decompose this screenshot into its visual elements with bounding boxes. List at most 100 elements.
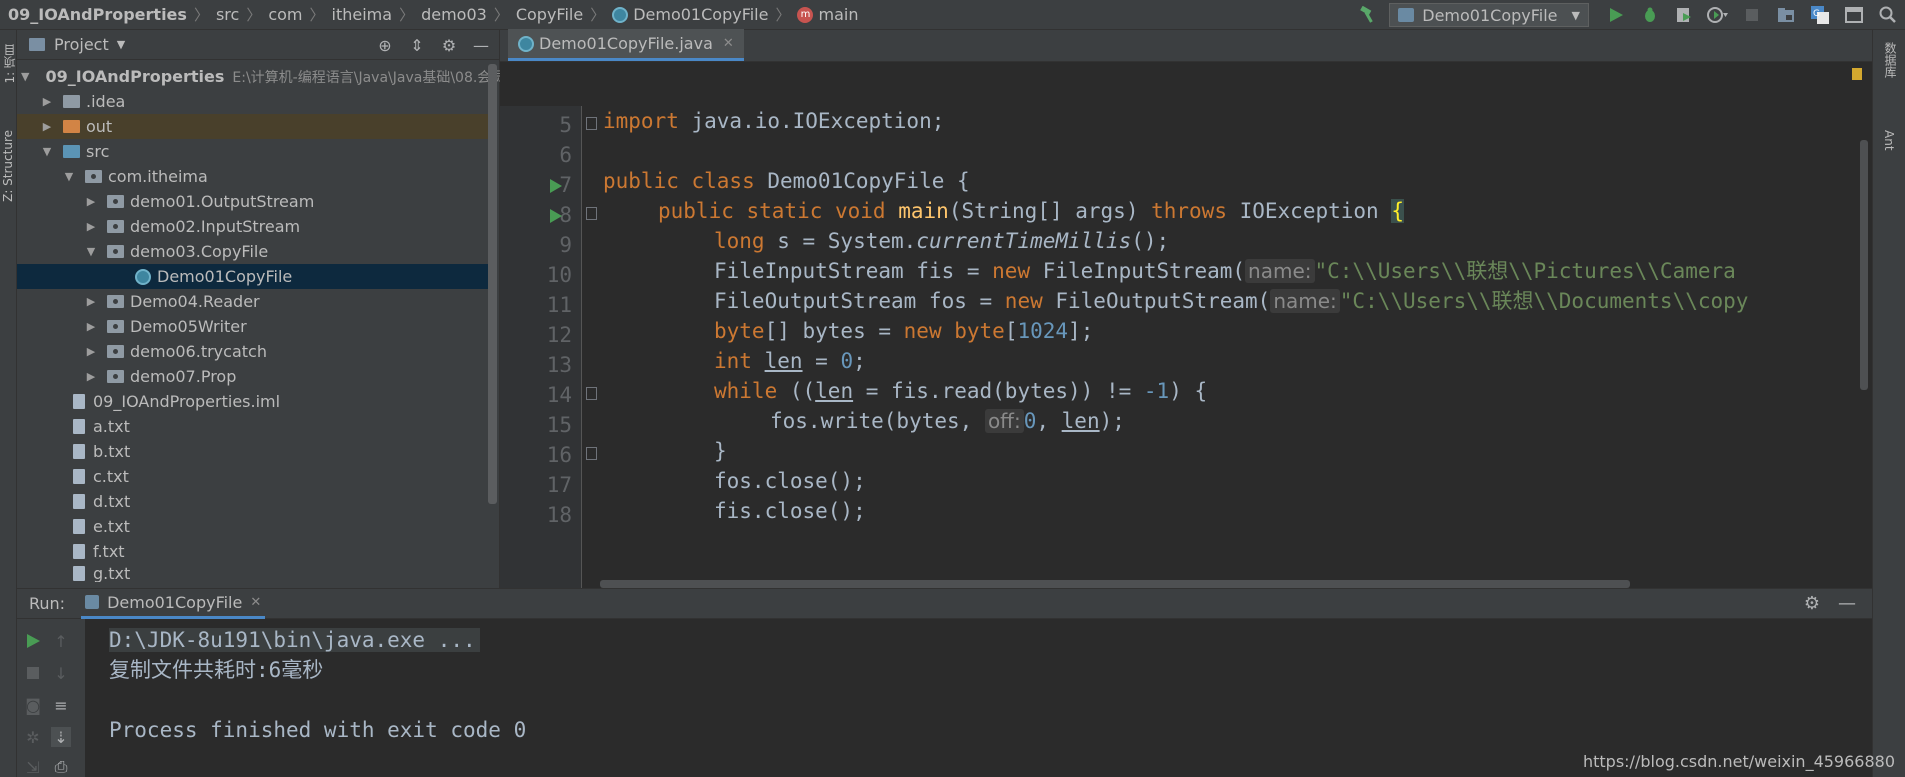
chevron-right-icon[interactable]: ▶ [85,345,97,358]
crumb-demo03[interactable]: demo03 [421,5,487,24]
minimize-icon[interactable]: — [1838,593,1856,614]
code-line: byte[] bytes = new byte[1024]; [714,316,1093,346]
exit-icon[interactable]: ⇲ [23,757,43,777]
text-file-icon [73,444,85,459]
tree-item-package[interactable]: ▼ demo03.CopyFile [17,239,497,264]
chevron-down-icon[interactable]: ▼ [117,38,125,51]
tree-item-label: com.itheima [108,167,208,186]
crumb-class[interactable]: Demo01CopyFile [633,5,768,24]
tree-item-file[interactable]: b.txt [17,439,497,464]
fold-marker-icon[interactable] [586,207,597,220]
tree-item-package[interactable]: ▶ demo06.trycatch [17,339,497,364]
console-output[interactable]: D:\JDK-8u191\bin\java.exe ... 复制文件共耗时:6毫… [109,625,1809,745]
tree-item-out[interactable]: ▶ out [17,114,497,139]
tree-item-file[interactable]: d.txt [17,489,497,514]
fold-marker-icon[interactable] [586,117,597,130]
project-structure-icon[interactable] [1775,4,1797,26]
crumb-copyfile[interactable]: CopyFile [516,5,583,24]
chevron-right-icon[interactable]: ▶ [41,95,53,108]
chevron-down-icon[interactable]: ▼ [41,145,53,158]
scroll-to-end-icon[interactable]: ⇣ [51,727,71,747]
close-icon[interactable]: ✕ [723,36,734,51]
chevron-right-icon[interactable]: ▶ [85,195,97,208]
project-scrollbar[interactable] [488,64,497,504]
tree-item-file[interactable]: g.txt [17,564,497,582]
tree-item-package[interactable]: ▶ Demo05Writer [17,314,497,339]
run-icon[interactable] [1605,4,1627,26]
chevron-right-icon[interactable]: ▶ [41,120,53,133]
fold-marker-icon[interactable] [586,447,597,460]
crumb-src[interactable]: src [216,5,239,24]
chevron-right-icon[interactable]: ▶ [85,320,97,333]
stop-icon[interactable] [1741,4,1763,26]
tree-item-label: src [86,142,110,161]
run-tab[interactable]: Demo01CopyFile ✕ [81,589,266,619]
close-icon[interactable]: ✕ [250,595,261,610]
crumb-itheima[interactable]: itheima [332,5,393,24]
fold-marker-icon[interactable] [586,387,597,400]
run-gutter-icon[interactable] [550,179,562,193]
run-with-coverage-icon[interactable] [1673,4,1695,26]
tree-item-file[interactable]: f.txt [17,539,497,564]
line-number: 13 [546,353,572,377]
arrow-up-icon[interactable]: ↑ [51,631,71,651]
print-icon[interactable]: ⎙ [51,757,71,777]
search-icon[interactable] [1877,4,1899,26]
chevron-right-icon[interactable]: ▶ [85,370,97,383]
gear-icon[interactable]: ⚙ [439,35,459,55]
tree-item-project-root[interactable]: ▼ 09_IOAndProperties E:\计算机-编程语言\Java\Ja… [17,64,1506,89]
chevron-down-icon[interactable]: ▼ [21,70,29,83]
crumb-project[interactable]: 09_IOAndProperties [8,5,187,24]
chevron-right-icon[interactable]: ▶ [85,295,97,308]
profile-icon[interactable] [1707,4,1729,26]
run-configuration-select[interactable]: Demo01CopyFile ▼ [1389,3,1589,27]
crumb-method[interactable]: main [818,5,858,24]
tree-item-package[interactable]: ▶ Demo04.Reader [17,289,497,314]
code-editor: Demo01CopyFile.java ✕ 5 6 7 8 9 10 11 12… [500,29,1872,588]
crumb-com[interactable]: com [268,5,302,24]
chevron-right-icon[interactable]: ▶ [85,220,97,233]
console-line: D:\JDK-8u191\bin\java.exe ... [109,625,1809,655]
collapse-all-icon[interactable]: ⇕ [407,35,427,55]
rerun-icon[interactable] [23,631,43,651]
chevron-down-icon[interactable]: ▼ [63,170,75,183]
tree-item-file[interactable]: c.txt [17,464,497,489]
warning-marker-icon[interactable] [1852,68,1862,80]
editor-horizontal-scrollbar[interactable] [600,580,1630,588]
ant-tool-window-button[interactable]: Ant [1882,130,1896,151]
arrow-down-icon[interactable]: ↓ [51,663,71,683]
debug-icon[interactable] [1639,4,1661,26]
terminal-window-icon[interactable] [1843,4,1865,26]
soft-wrap-icon[interactable]: ≡ [51,695,71,715]
tree-item-demo01copyfile[interactable]: Demo01CopyFile [17,264,497,289]
camera-icon[interactable]: ◙ [23,695,43,715]
tree-item-iml[interactable]: 09_IOAndProperties.iml [17,389,497,414]
code-token: ]; [1068,319,1094,343]
project-tool-window-button[interactable]: 1: 项目 [1,44,18,84]
tree-item-src[interactable]: ▼ src [17,139,497,164]
tree-item-label: demo02.InputStream [130,217,301,236]
structure-tool-window-button[interactable]: Z: Structure [1,130,15,202]
locate-target-icon[interactable]: ⊕ [375,35,395,55]
editor-vertical-scrollbar[interactable] [1860,140,1868,390]
gear-icon[interactable]: ⚙ [1804,593,1820,614]
code-token: FileOutputStream( [1042,289,1271,313]
tree-item-file[interactable]: e.txt [17,514,497,539]
translate-icon[interactable]: G [1809,4,1831,26]
tree-item-package[interactable]: ▶ demo01.OutputStream [17,189,497,214]
minimize-icon[interactable]: — [471,35,491,55]
tree-item-com-itheima[interactable]: ▼ com.itheima [17,164,497,189]
tree-item-file[interactable]: a.txt [17,414,497,439]
database-tool-window-button[interactable]: 数据库 [1882,42,1899,78]
project-view-selector[interactable]: Project [54,35,109,54]
tree-item-idea[interactable]: ▶ .idea [17,89,497,114]
stop-icon[interactable] [23,663,43,683]
tree-item-package[interactable]: ▶ demo02.InputStream [17,214,497,239]
tree-item-package[interactable]: ▶ demo07.Prop [17,364,497,389]
settings-icon[interactable]: ✲ [23,727,43,747]
run-gutter-icon[interactable] [550,209,562,223]
editor-tab[interactable]: Demo01CopyFile.java ✕ [508,29,744,61]
code-area[interactable]: import java.io.IOException; public class… [603,106,1868,588]
chevron-down-icon[interactable]: ▼ [85,245,97,258]
build-hammer-icon[interactable] [1357,4,1379,26]
